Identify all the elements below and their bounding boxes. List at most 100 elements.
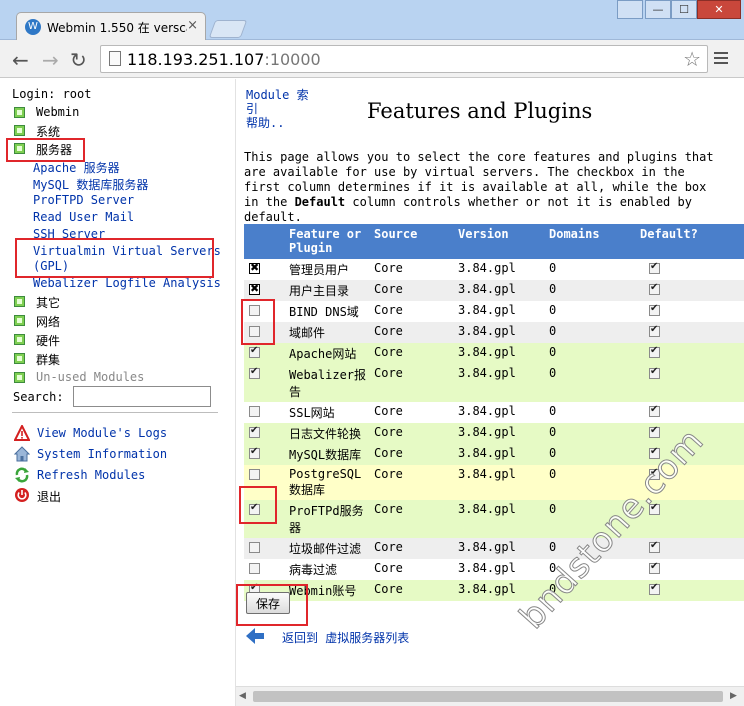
minimize-button[interactable]: —	[645, 0, 671, 19]
source-cell: Core	[371, 364, 455, 402]
feature-default-checkbox[interactable]	[649, 540, 660, 553]
left-navigation-frame: Login: root Webmin 系统 服务器 Apache 服务器 MyS…	[0, 79, 235, 706]
version-cell: 3.84.gpl	[455, 444, 546, 465]
feature-enable-checkbox[interactable]	[249, 563, 260, 574]
page-icon	[109, 51, 121, 66]
header-source: Source	[371, 224, 455, 259]
default-cell	[637, 402, 744, 423]
default-cell	[637, 538, 744, 559]
feature-enable-checkbox[interactable]	[249, 446, 260, 459]
domains-cell: 0	[546, 423, 637, 444]
new-tab-button[interactable]	[208, 20, 248, 38]
back-arrow-icon[interactable]: ←	[12, 48, 29, 72]
header-enable	[244, 224, 286, 259]
feature-enable-checkbox[interactable]	[249, 261, 260, 274]
annotation-box-save	[236, 584, 308, 626]
bookmark-star-icon[interactable]: ☆	[683, 47, 701, 71]
horizontal-scrollbar[interactable]: ◀ ▶	[236, 686, 744, 706]
reload-icon[interactable]: ↻	[70, 48, 87, 72]
forward-arrow-icon[interactable]: →	[42, 48, 59, 72]
expand-icon	[14, 296, 25, 307]
profile-button[interactable]	[617, 0, 643, 19]
expand-icon	[14, 125, 25, 136]
feature-enable-checkbox[interactable]	[249, 345, 260, 358]
feature-default-checkbox[interactable]	[649, 366, 660, 379]
feature-default-checkbox[interactable]	[649, 561, 660, 574]
feature-name-cell: 日志文件轮换	[286, 423, 371, 444]
feature-enable-checkbox[interactable]	[249, 542, 260, 553]
enable-cell	[244, 559, 286, 580]
feature-enable-checkbox[interactable]	[249, 282, 260, 295]
table-row: BIND DNS域 Core 3.84.gpl 0	[244, 301, 744, 322]
version-cell: 3.84.gpl	[455, 280, 546, 301]
table-row: Webalizer报告Core3.84.gpl0	[244, 364, 744, 402]
domains-cell: 0	[546, 259, 637, 280]
maximize-button[interactable]: ☐	[671, 0, 697, 19]
feature-default-checkbox[interactable]	[649, 282, 660, 295]
feature-name-cell: SSL网站	[286, 402, 371, 423]
feature-name-cell: 管理员用户	[286, 259, 371, 280]
tool-label: Refresh Modules	[37, 468, 146, 482]
source-cell: Core	[371, 343, 455, 364]
module-index-link-cont[interactable]: 引	[246, 102, 316, 116]
feature-name-cell: PostgreSQL数据库	[286, 465, 371, 500]
search-label: Search:	[13, 390, 64, 404]
power-icon	[15, 488, 29, 502]
header-default: Default?	[637, 224, 744, 259]
feature-default-checkbox[interactable]	[649, 425, 660, 438]
page-description: This page allows you to select the core …	[244, 150, 724, 225]
feature-name-cell: 垃圾邮件过滤	[286, 538, 371, 559]
feature-enable-checkbox[interactable]	[249, 366, 260, 379]
expand-icon	[14, 107, 25, 118]
header-feature: Feature or Plugin	[286, 224, 371, 259]
return-to-server-list-link[interactable]: 返回到 虚拟服务器列表	[282, 629, 409, 646]
login-label: Login: root	[12, 87, 92, 101]
address-bar[interactable]: 118.193.251.107:10000 ☆	[100, 45, 708, 73]
category-label: Un-used Modules	[36, 370, 145, 384]
module-search-input[interactable]	[73, 386, 211, 407]
table-row: Webmin账号Core3.84.gpl0	[244, 580, 744, 601]
close-window-button[interactable]: ✕	[697, 0, 741, 19]
category-label: 网络	[36, 315, 61, 329]
source-cell: Core	[371, 402, 455, 423]
module-proftpd[interactable]: ProFTPD Server	[33, 193, 134, 207]
scroll-left-icon[interactable]: ◀	[239, 691, 246, 701]
version-cell: 3.84.gpl	[455, 322, 546, 343]
table-row: 垃圾邮件过滤 Core 3.84.gpl 0	[244, 538, 744, 559]
feature-default-checkbox[interactable]	[649, 345, 660, 358]
table-header-row: Feature or Plugin Source Version Domains…	[244, 224, 744, 259]
category-label: 其它	[36, 296, 61, 310]
feature-default-checkbox[interactable]	[649, 404, 660, 417]
help-link[interactable]: 帮助..	[246, 116, 316, 130]
feature-default-checkbox[interactable]	[649, 303, 660, 316]
url-text: 118.193.251.107:10000	[127, 50, 321, 69]
tab-close-icon[interactable]: ×	[187, 18, 198, 33]
browser-tab[interactable]: W Webmin 1.550 在 versca ×	[16, 12, 206, 40]
version-cell: 3.84.gpl	[455, 538, 546, 559]
module-read-user-mail[interactable]: Read User Mail	[33, 210, 134, 224]
feature-enable-checkbox[interactable]	[249, 469, 260, 480]
feature-name-cell: 用户主目录	[286, 280, 371, 301]
feature-enable-checkbox[interactable]	[249, 425, 260, 438]
tool-label: System Information	[37, 447, 168, 461]
url-host: 118.193.251.107	[127, 50, 265, 69]
module-mysql[interactable]: MySQL 数据库服务器	[33, 176, 148, 193]
table-row: SSL网站 Core 3.84.gpl 0	[244, 402, 744, 423]
table-row: 域邮件 Core 3.84.gpl 0	[244, 322, 744, 343]
browser-menu-icon[interactable]	[714, 52, 728, 64]
browser-titlebar: W Webmin 1.550 在 versca × — ☐ ✕	[0, 0, 744, 40]
table-row: Apache网站Core3.84.gpl0	[244, 343, 744, 364]
feature-default-checkbox[interactable]	[649, 324, 660, 337]
enable-cell	[244, 280, 286, 301]
domains-cell: 0	[546, 364, 637, 402]
feature-default-checkbox[interactable]	[649, 261, 660, 274]
source-cell: Core	[371, 559, 455, 580]
module-index-link[interactable]: Module 索	[246, 88, 316, 102]
feature-default-checkbox[interactable]	[649, 582, 660, 595]
feature-enable-checkbox[interactable]	[249, 406, 260, 417]
browser-toolbar: ← → ↻ 118.193.251.107:10000 ☆	[0, 40, 744, 78]
scroll-right-icon[interactable]: ▶	[730, 691, 737, 701]
module-webalizer[interactable]: Webalizer Logfile Analysis	[33, 276, 221, 290]
scrollbar-thumb[interactable]	[253, 691, 723, 702]
module-links: Module 索 引 帮助..	[246, 88, 316, 130]
